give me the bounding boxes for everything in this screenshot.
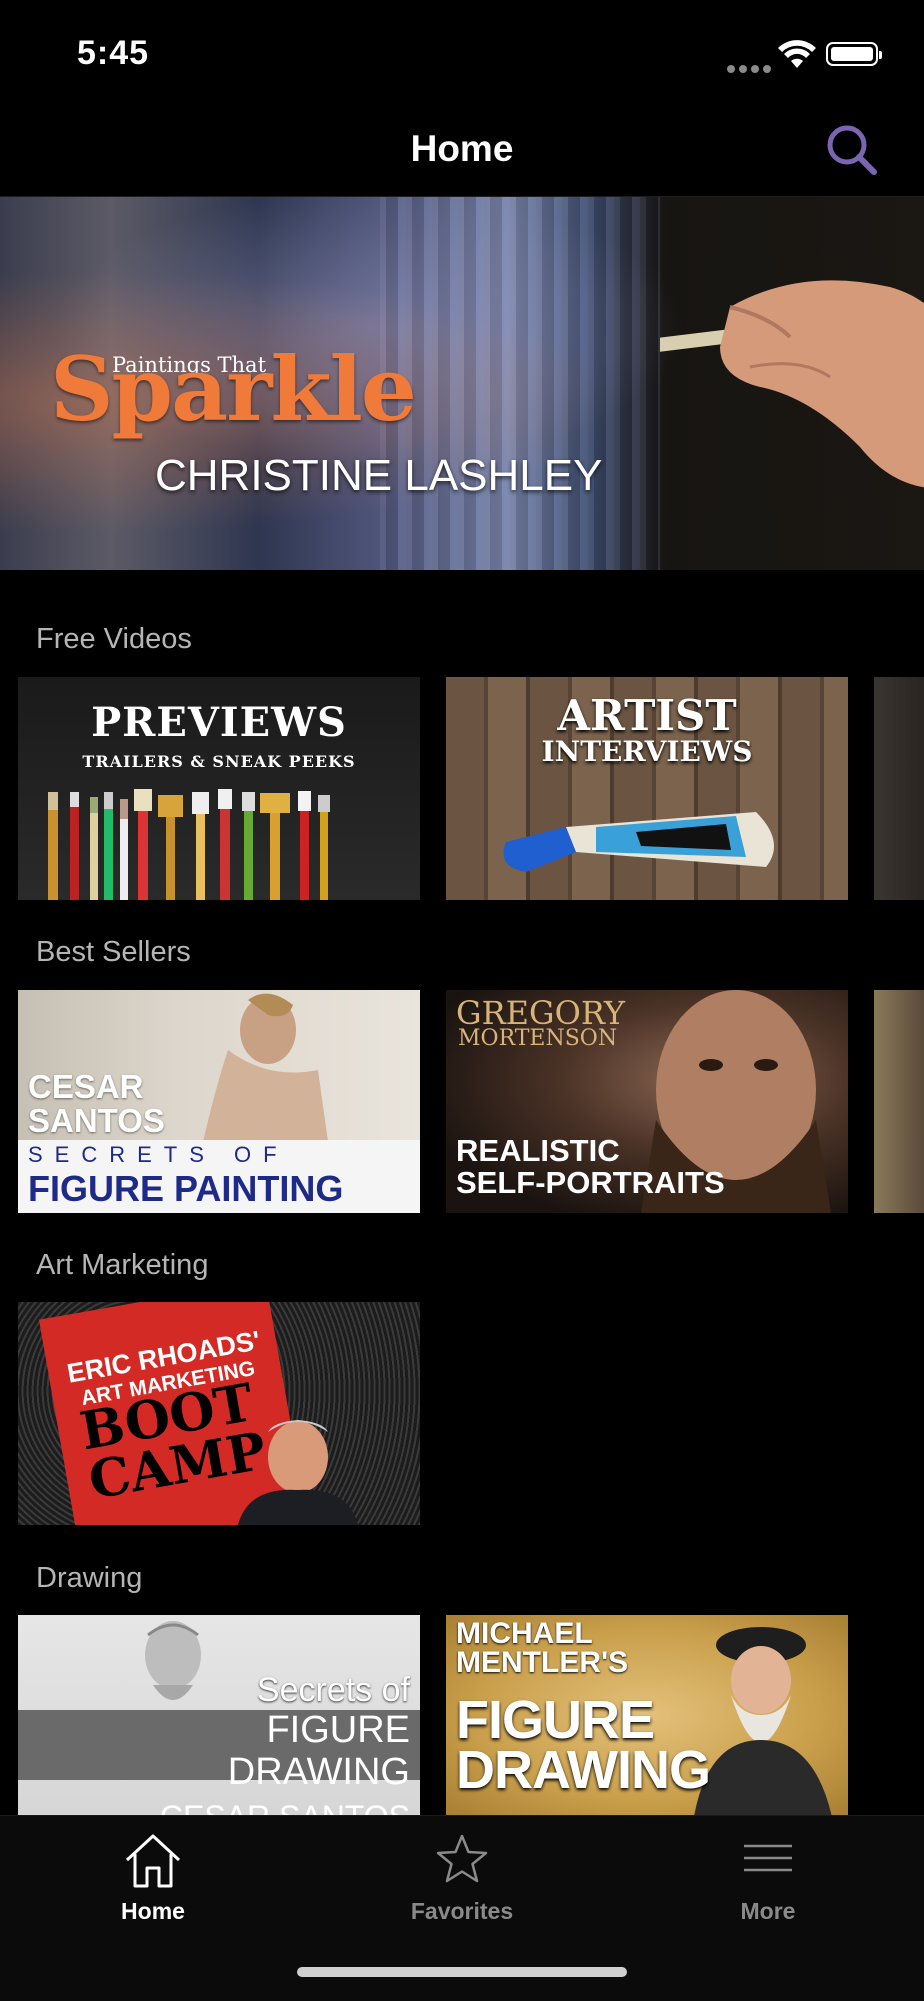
tab-home[interactable]: Home xyxy=(53,1816,253,1936)
navigation-bar: Home xyxy=(0,110,924,197)
tab-label: Favorites xyxy=(410,1898,514,1924)
search-icon xyxy=(827,125,877,175)
battery-icon xyxy=(826,42,882,66)
video-card-michael-mentler-figure-drawing[interactable]: MICHAEL MENTLER'S FIGURE DRAWING xyxy=(446,1615,848,1815)
search-button[interactable] xyxy=(820,118,884,182)
card-title-line-2: DRAWING xyxy=(227,1751,410,1793)
tab-label: More xyxy=(740,1898,796,1924)
sketch-head-image xyxy=(145,1621,201,1700)
wifi-icon xyxy=(778,40,816,68)
tab-label: Home xyxy=(121,1898,185,1924)
card-title: REALISTIC SELF-PORTRAITS xyxy=(456,1133,725,1200)
video-card-cesar-santos-figure-painting[interactable]: CESAR SANTOS SECRETS OF FIGURE PAINTING xyxy=(18,990,420,1213)
menu-icon xyxy=(744,1844,792,1872)
home-indicator[interactable] xyxy=(297,1967,627,1977)
cellular-signal-icon xyxy=(727,60,775,78)
hero-artist: CHRISTINE LASHLEY xyxy=(155,451,603,500)
page-title: Home xyxy=(410,128,514,169)
card-title: PREVIEWS xyxy=(91,699,347,746)
section-title-free-videos: Free Videos xyxy=(36,623,192,655)
painting-texture xyxy=(380,197,660,570)
featured-banner[interactable]: Paintings That Sparkle CHRISTINE LASHLEY xyxy=(0,197,924,570)
status-time: 5:45 xyxy=(77,34,150,72)
presenter-photo-image xyxy=(238,1420,358,1525)
status-bar: 5:45 xyxy=(0,0,924,110)
card-title: ARTIST xyxy=(557,691,737,740)
card-subtitle: INTERVIEWS xyxy=(541,735,753,768)
video-card-art-marketing-boot-camp[interactable]: ERIC RHOADS' ART MARKETING BOOT CAMP xyxy=(18,1302,420,1525)
card-artist-name: CESAR SANTOS xyxy=(28,1068,165,1139)
tab-more[interactable]: More xyxy=(668,1816,868,1936)
video-card-peek[interactable] xyxy=(874,677,924,900)
video-card-peek[interactable] xyxy=(874,990,924,1213)
section-title-best-sellers: Best Sellers xyxy=(36,936,191,968)
paint-tube-image xyxy=(503,812,774,872)
card-title: FIGURE PAINTING xyxy=(28,1168,344,1209)
hand-holding-brush-image xyxy=(660,280,924,488)
card-title-line-1: FIGURE xyxy=(266,1709,410,1751)
video-card-artist-interviews[interactable]: ARTIST INTERVIEWS xyxy=(446,677,848,900)
star-icon xyxy=(436,1834,488,1883)
section-title-art-marketing: Art Marketing xyxy=(36,1249,209,1281)
video-card-previews[interactable]: PREVIEWS TRAILERS & SNEAK PEEKS xyxy=(18,677,420,900)
hero-title: Sparkle xyxy=(50,337,417,441)
section-title-drawing: Drawing xyxy=(36,1562,143,1594)
card-artist-name: MICHAEL MENTLER'S xyxy=(456,1617,629,1679)
video-card-gregory-mortenson[interactable]: GREGORY MORTENSON REALISTIC SELF-PORTRAI… xyxy=(446,990,848,1213)
home-icon xyxy=(125,1834,181,1888)
video-card-secrets-of-figure-drawing[interactable]: Secrets of FIGURE DRAWING CESAR SANTOS xyxy=(18,1615,420,1815)
card-subtitle: SECRETS OF xyxy=(28,1142,289,1167)
card-artist-name: CESAR SANTOS xyxy=(160,1799,410,1815)
card-artist-last-name: MORTENSON xyxy=(458,1026,618,1051)
paint-brushes-image xyxy=(48,789,330,900)
card-subtitle: TRAILERS & SNEAK PEEKS xyxy=(82,752,356,771)
card-subtitle: Secrets of xyxy=(256,1671,410,1709)
card-title: FIGURE DRAWING xyxy=(456,1690,711,1800)
tab-favorites[interactable]: Favorites xyxy=(362,1816,562,1936)
